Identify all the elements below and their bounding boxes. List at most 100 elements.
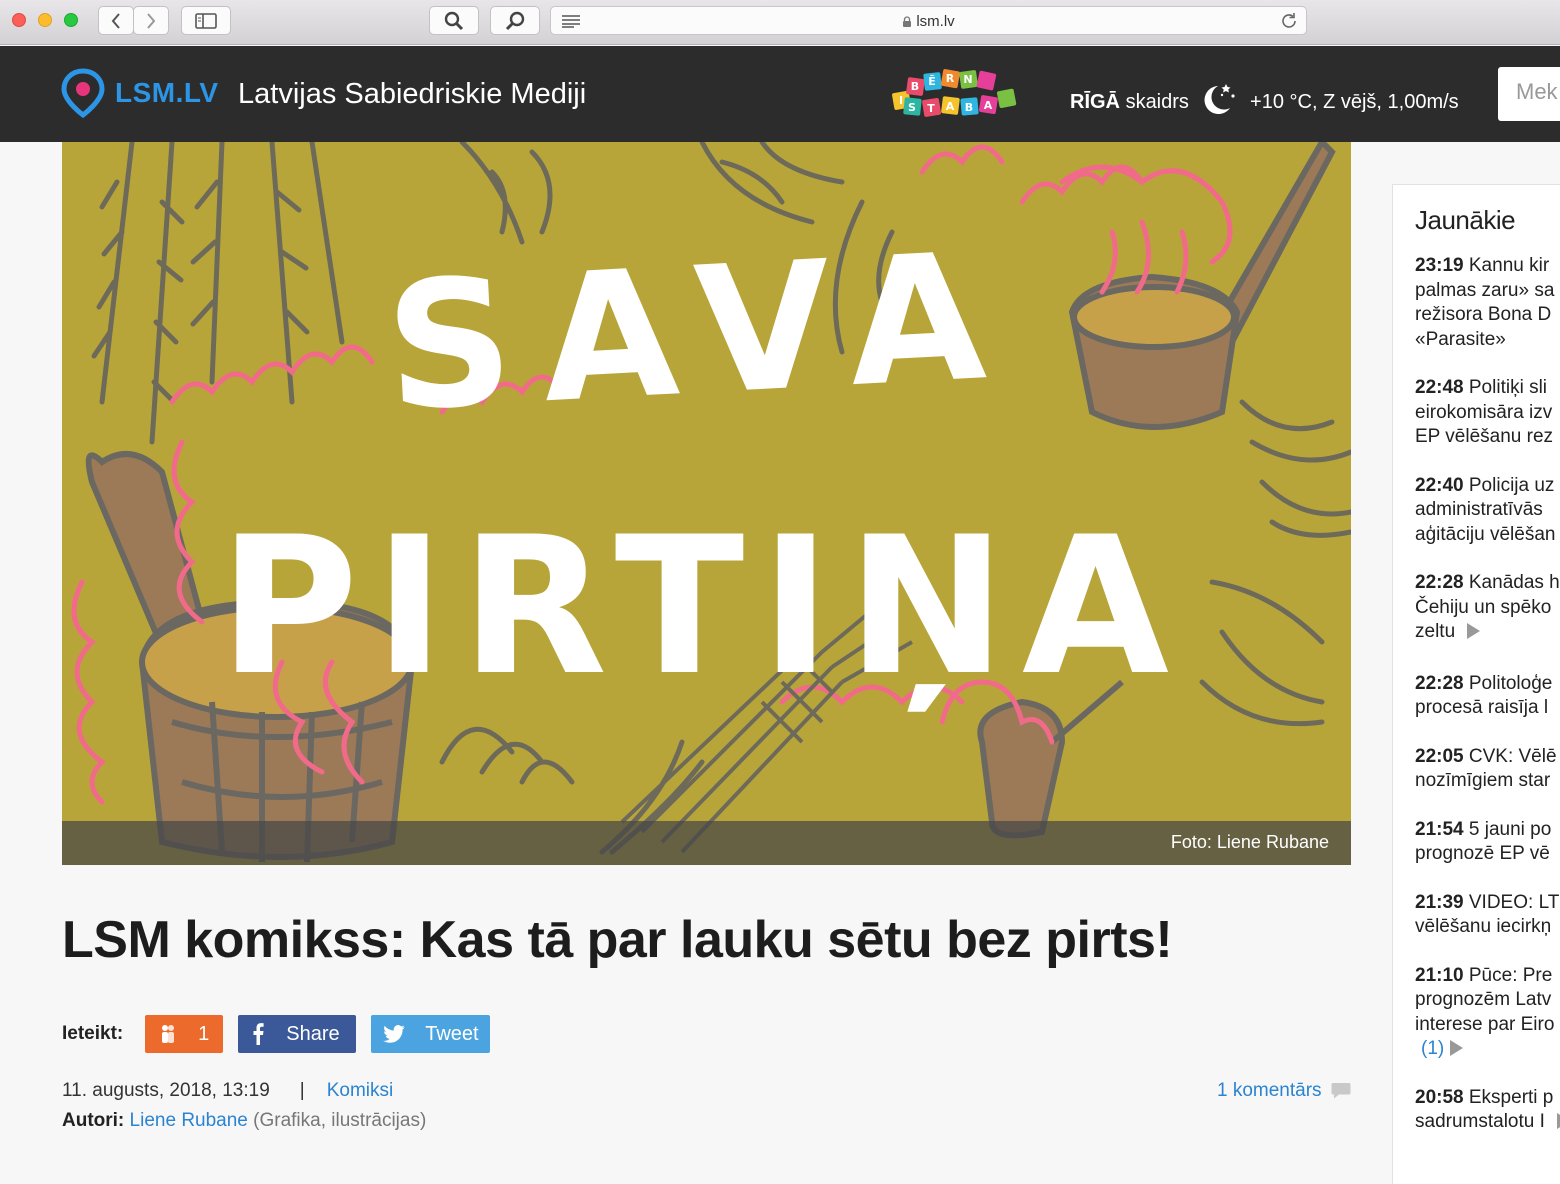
site-header: LSM.LV Latvijas Sabiedriskie Mediji I B Ē R… bbox=[0, 46, 1560, 142]
news-text: procesā raisīja l bbox=[1415, 697, 1549, 718]
twitter-tweet-button[interactable]: Tweet bbox=[371, 1015, 491, 1053]
news-item[interactable]: 22:28 Kanādas h Čehiju un spēko zeltu bbox=[1415, 571, 1560, 645]
news-item[interactable]: 22:48 Politiķi sli eirokomisāra izv EP vēl… bbox=[1415, 376, 1560, 450]
news-text: Eksperti p bbox=[1463, 1086, 1554, 1108]
back-button[interactable] bbox=[98, 6, 134, 35]
news-comment-count[interactable]: (1) bbox=[1421, 1038, 1444, 1059]
news-item[interactable]: 22:40 Policija uz administratīvās aģitācij… bbox=[1415, 474, 1560, 548]
sidebar-toggle-button[interactable] bbox=[181, 6, 231, 35]
news-text: administratīvās bbox=[1415, 499, 1543, 520]
news-item-line: «Parasite» bbox=[1415, 328, 1560, 353]
news-text: VIDEO: LT bbox=[1463, 891, 1560, 913]
news-time: 22:48 bbox=[1415, 377, 1464, 398]
news-item[interactable]: 21:10 Pūce: Pre prognozēm Latv interese pa… bbox=[1415, 964, 1560, 1062]
minimize-window-button[interactable] bbox=[38, 13, 52, 27]
svg-text:Ē: Ē bbox=[928, 75, 936, 88]
news-item-line: palmas zaru» sa bbox=[1415, 279, 1560, 304]
sidebar-icon bbox=[195, 12, 217, 29]
article-authors: Autori: Liene Rubane (Grafika, ilustrāci… bbox=[62, 1110, 426, 1132]
news-time: 21:54 bbox=[1415, 818, 1464, 840]
site-logo[interactable]: LSM.LV bbox=[115, 77, 219, 109]
news-text: palmas zaru» sa bbox=[1415, 279, 1555, 301]
news-item-line: zeltu bbox=[1415, 620, 1560, 645]
article-headline: LSM komikss: Kas tā par lauku sētu bez p… bbox=[62, 911, 1173, 969]
search-icon bbox=[444, 11, 464, 30]
facebook-icon bbox=[253, 1023, 264, 1045]
comic-illustration: SAVA PIRTIŅA bbox=[62, 142, 1351, 865]
share-bar: Ieteikt: 1 Share Tweet bbox=[62, 1015, 505, 1053]
news-time: 22:05 bbox=[1415, 745, 1464, 767]
location-pin-icon[interactable] bbox=[61, 68, 105, 118]
facebook-share-label: Share bbox=[286, 1022, 340, 1045]
play-icon bbox=[1450, 1040, 1464, 1056]
kids-section-logo[interactable]: IB Ē R N STABA bbox=[890, 68, 1030, 124]
news-time: 20:58 bbox=[1415, 1086, 1464, 1108]
svg-text:T: T bbox=[927, 102, 935, 115]
forward-button[interactable] bbox=[133, 6, 169, 35]
news-item-line: nozīmīgiem star bbox=[1415, 769, 1560, 794]
hero-title-line1: SAVA bbox=[381, 215, 1019, 451]
latest-news-sidebar: Jaunākie 23:19 Kannu kir palmas zaru» sa r… bbox=[1392, 184, 1560, 1184]
url-label: lsm.lv bbox=[916, 13, 955, 30]
address-bar[interactable]: lsm.lv bbox=[550, 6, 1307, 35]
news-item[interactable]: 21:39 VIDEO: LT vēlēšanu iecirkņ bbox=[1415, 891, 1560, 940]
weather-widget[interactable]: RĪGĀ skaidrs +10 °C, Z vējš, 1,00m/s bbox=[1070, 80, 1459, 116]
news-item[interactable]: 23:19 Kannu kir palmas zaru» sa režisora B… bbox=[1415, 254, 1560, 352]
recommend-count: 1 bbox=[198, 1022, 210, 1045]
comments-link[interactable]: 1 komentārs bbox=[1217, 1080, 1351, 1102]
news-item-line: sadrumstalotu I bbox=[1415, 1110, 1560, 1135]
news-item[interactable]: 22:28 Politoloģe procesā raisīja l bbox=[1415, 672, 1560, 721]
comment-bubble-icon bbox=[1331, 1083, 1351, 1099]
category-link[interactable]: Komiksi bbox=[327, 1080, 394, 1101]
recommend-button[interactable]: 1 bbox=[145, 1015, 224, 1053]
hero-title-line2: PIRTIŅA bbox=[219, 496, 1185, 717]
news-item-line: 22:48 Politiķi sli bbox=[1415, 376, 1560, 401]
site-search-input[interactable]: Mek bbox=[1498, 67, 1560, 121]
author-role: (Grafika, ilustrācijas) bbox=[253, 1110, 427, 1131]
news-item-line: prognozē EP vē bbox=[1415, 842, 1560, 867]
weather-condition: skaidrs bbox=[1125, 91, 1189, 113]
url-text: lsm.lv bbox=[551, 13, 1306, 30]
chevron-right-icon bbox=[147, 12, 156, 29]
twitter-bird-icon bbox=[383, 1025, 406, 1043]
search-button[interactable] bbox=[429, 6, 479, 35]
authors-label: Autori: bbox=[62, 1110, 125, 1131]
zoom-window-button[interactable] bbox=[64, 13, 78, 27]
svg-text:A: A bbox=[984, 99, 993, 112]
find-button[interactable] bbox=[490, 6, 540, 35]
news-item[interactable]: 22:05 CVK: Vēlē nozīmīgiem star bbox=[1415, 745, 1560, 794]
news-item-line: 22:05 CVK: Vēlē bbox=[1415, 745, 1560, 770]
news-item[interactable]: 20:58 Eksperti p sadrumstalotu I bbox=[1415, 1086, 1560, 1135]
news-item-line: vēlēšanu iecirkņ bbox=[1415, 915, 1560, 940]
news-item-line: 22:28 Kanādas h bbox=[1415, 571, 1560, 596]
news-time: 22:28 bbox=[1415, 672, 1464, 694]
news-time: 23:19 bbox=[1415, 255, 1464, 276]
weather-city: RĪGĀ bbox=[1070, 91, 1120, 113]
news-text: interese par Eiro bbox=[1415, 1013, 1555, 1035]
news-text: Kannu kir bbox=[1463, 255, 1550, 276]
news-item-line: (1) bbox=[1415, 1037, 1560, 1062]
sidebar-title: Jaunākie bbox=[1415, 205, 1516, 235]
news-text: «Parasite» bbox=[1415, 328, 1506, 350]
meta-separator: | bbox=[299, 1080, 305, 1101]
news-text: Kanādas h bbox=[1463, 572, 1560, 593]
facebook-share-button[interactable]: Share bbox=[238, 1015, 357, 1053]
news-text: Čehiju un spēko bbox=[1415, 596, 1552, 618]
svg-text:S: S bbox=[908, 101, 916, 114]
svg-text:B: B bbox=[965, 101, 973, 114]
news-text: režisora Bona D bbox=[1415, 304, 1552, 325]
author-link[interactable]: Liene Rubane bbox=[130, 1110, 248, 1131]
news-text: Pūce: Pre bbox=[1463, 964, 1553, 986]
article-hero-image[interactable]: SAVA PIRTIŅA Foto: Liene Rubane bbox=[62, 142, 1351, 865]
comments-count: 1 komentārs bbox=[1217, 1080, 1322, 1101]
news-item-line: eirokomisāra izv bbox=[1415, 401, 1560, 426]
news-item-line: režisora Bona D bbox=[1415, 303, 1560, 328]
news-text: EP vēlēšanu rez bbox=[1415, 426, 1554, 447]
reload-icon[interactable] bbox=[1280, 12, 1298, 30]
news-item-line: administratīvās bbox=[1415, 498, 1560, 523]
svg-text:I: I bbox=[899, 94, 903, 107]
latest-news-list: 23:19 Kannu kir palmas zaru» sa režisora B… bbox=[1415, 254, 1560, 1135]
close-window-button[interactable] bbox=[12, 13, 26, 27]
site-name[interactable]: Latvijas Sabiedriskie Mediji bbox=[238, 78, 586, 111]
news-item[interactable]: 21:54 5 jauni po prognozē EP vē bbox=[1415, 818, 1560, 867]
